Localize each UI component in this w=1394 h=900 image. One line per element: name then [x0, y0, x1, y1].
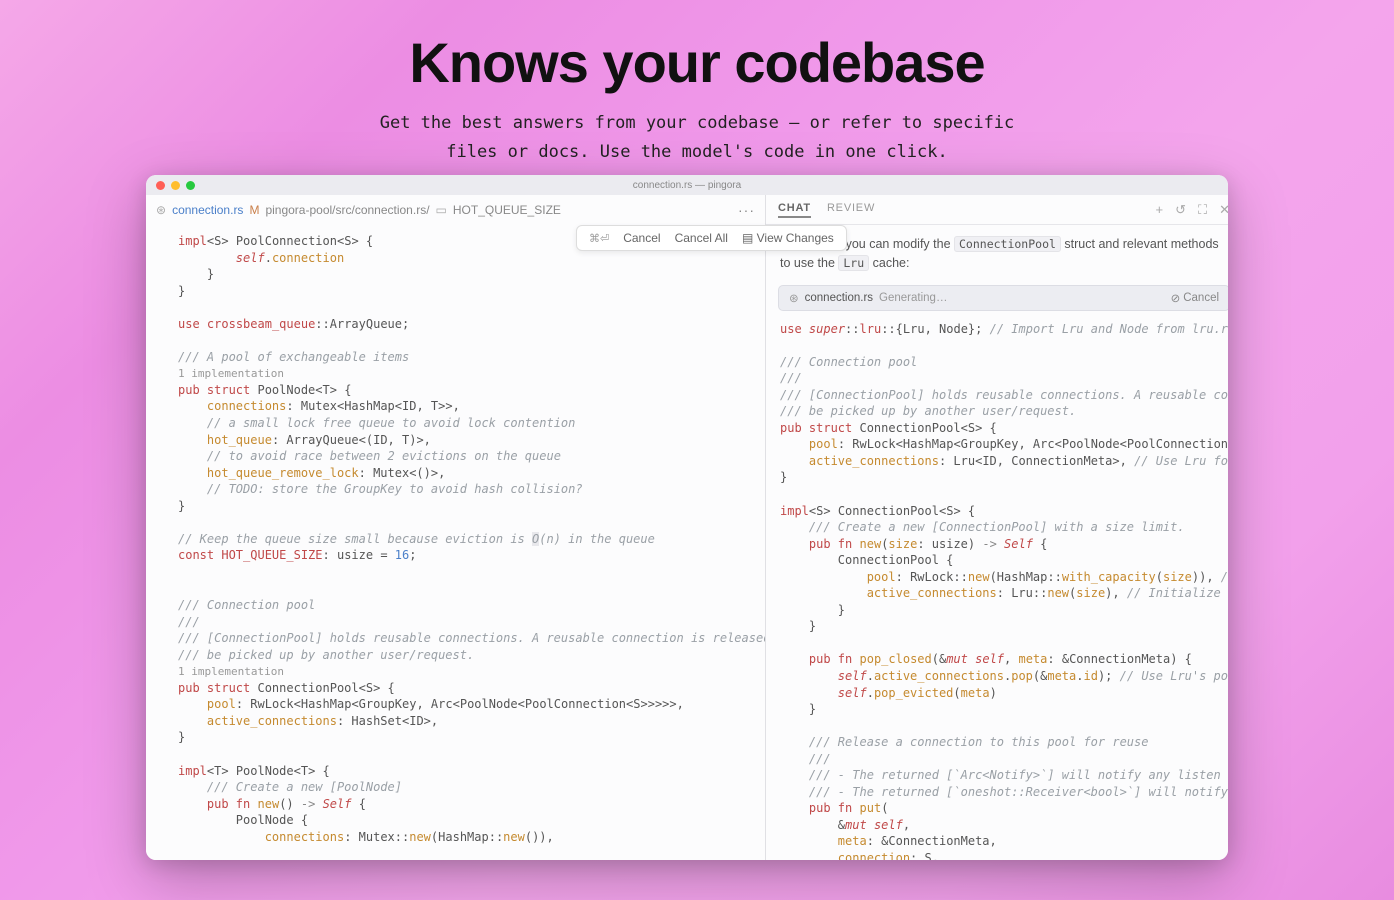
close-icon[interactable]: ✕: [1219, 202, 1228, 218]
rust-icon: ⊛: [156, 203, 166, 217]
breadcrumb: ⊛ connection.rs M pingora-pool/src/conne…: [146, 195, 765, 225]
tab-chat[interactable]: CHAT: [778, 202, 811, 218]
hero: Knows your codebase Get the best answers…: [0, 0, 1394, 167]
generating-cancel-button[interactable]: ⊘ Cancel: [1171, 291, 1219, 305]
stop-icon: ⊘: [1171, 291, 1181, 305]
traffic-lights: [156, 181, 195, 190]
tab-review[interactable]: REVIEW: [827, 202, 875, 218]
ide-window: connection.rs — pingora ⌘⏎ Cancel Cancel…: [146, 175, 1228, 860]
view-changes-button[interactable]: ▤ View Changes: [742, 231, 834, 245]
window-title: connection.rs — pingora: [146, 180, 1228, 191]
cancel-button[interactable]: Cancel: [623, 231, 660, 245]
breadcrumb-file[interactable]: connection.rs: [172, 203, 243, 217]
generating-status: Generating…: [879, 292, 947, 304]
hero-subtitle: Get the best answers from your codebase …: [0, 109, 1394, 167]
chat-pane: CHAT REVIEW + ↺ ⛶ ✕ Here's how you can m…: [766, 195, 1228, 860]
minimize-icon[interactable]: [171, 181, 180, 190]
breadcrumb-path: pingora-pool/src/connection.rs/: [265, 203, 429, 217]
shortcut-hint: ⌘⏎: [589, 232, 609, 245]
window-content: ⊛ connection.rs M pingora-pool/src/conne…: [146, 195, 1228, 860]
history-icon[interactable]: ↺: [1175, 202, 1186, 218]
generating-bar: ⊛ connection.rs Generating… ⊘ Cancel: [778, 285, 1228, 311]
add-icon[interactable]: +: [1156, 202, 1164, 218]
chat-tabs: CHAT REVIEW + ↺ ⛶ ✕: [766, 195, 1228, 225]
inline-code: ConnectionPool: [954, 236, 1061, 252]
list-icon: ▤: [742, 231, 753, 245]
titlebar: connection.rs — pingora: [146, 175, 1228, 195]
more-menu-button[interactable]: ···: [738, 202, 755, 218]
inline-code: Lru: [838, 255, 869, 271]
close-icon[interactable]: [156, 181, 165, 190]
symbol-icon: ▭: [436, 203, 447, 217]
editor-code[interactable]: impl<S> PoolConnection<S> { self.connect…: [146, 225, 765, 860]
zoom-icon[interactable]: [186, 181, 195, 190]
breadcrumb-symbol[interactable]: HOT_QUEUE_SIZE: [453, 203, 561, 217]
chat-code[interactable]: use super::lru::{Lru, Node}; // Import L…: [766, 315, 1228, 861]
rust-icon: ⊛: [789, 291, 799, 305]
diff-action-bar: ⌘⏎ Cancel Cancel All ▤ View Changes: [576, 225, 847, 251]
editor-pane: ⊛ connection.rs M pingora-pool/src/conne…: [146, 195, 766, 860]
code-lens[interactable]: 1 implementation: [178, 367, 284, 380]
generating-file: connection.rs: [805, 292, 873, 304]
hero-title: Knows your codebase: [0, 30, 1394, 95]
cancel-all-button[interactable]: Cancel All: [675, 231, 728, 245]
modified-badge: M: [249, 203, 259, 217]
code-lens[interactable]: 1 implementation: [178, 665, 284, 678]
expand-icon[interactable]: ⛶: [1198, 202, 1207, 218]
